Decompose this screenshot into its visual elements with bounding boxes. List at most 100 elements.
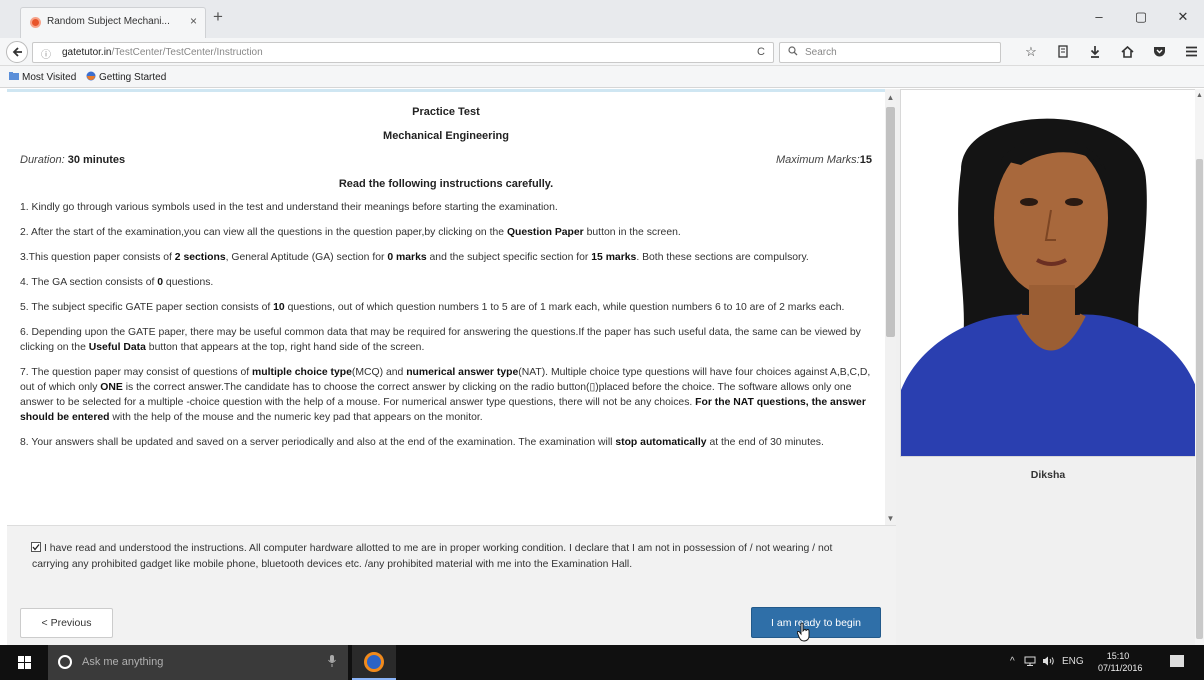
hand-cursor-icon <box>797 622 810 642</box>
instruction-text: button that appears at the top, right ha… <box>145 342 425 353</box>
cortana-search-box[interactable]: Ask me anything <box>48 645 348 680</box>
cortana-placeholder: Ask me anything <box>82 656 164 668</box>
instruction-item: 8. Your answers shall be updated and sav… <box>20 435 872 450</box>
instruction-text: at the end of 30 minutes. <box>706 437 824 448</box>
bookmark-label: Getting Started <box>99 72 167 83</box>
scroll-up-icon[interactable]: ▲ <box>885 93 896 102</box>
start-button[interactable] <box>0 645 48 680</box>
bookmark-label: Most Visited <box>22 72 77 83</box>
instruction-text: , General Aptitude (GA) section for <box>225 252 388 263</box>
instructions-scroll-area[interactable]: Practice Test Mechanical Engineering Dur… <box>7 89 885 525</box>
candidate-photo <box>900 89 1196 457</box>
candidate-pane: Diksha ▲ <box>896 89 1204 645</box>
minimize-button[interactable]: – <box>1078 0 1120 34</box>
microphone-icon[interactable] <box>328 655 336 670</box>
bookmark-getting-started[interactable]: Getting Started <box>86 71 166 83</box>
instruction-item: 3.This question paper consists of 2 sect… <box>20 250 872 265</box>
clock-date: 07/11/2016 <box>1098 663 1143 673</box>
cortana-icon <box>58 655 72 669</box>
back-arrow-icon <box>12 47 22 57</box>
scroll-up-icon[interactable]: ▲ <box>1195 92 1204 99</box>
new-tab-button[interactable]: + <box>213 7 223 27</box>
language-indicator[interactable]: ENG <box>1062 656 1084 667</box>
instruction-text: 3.This question paper consists of <box>20 252 175 263</box>
declaration-text: I have read and understood the instructi… <box>32 543 833 570</box>
instructions-pane: Practice Test Mechanical Engineering Dur… <box>7 89 896 645</box>
show-hidden-icons[interactable]: ^ <box>1010 656 1015 667</box>
instruction-emphasis: 10 <box>273 302 285 313</box>
previous-button[interactable]: < Previous <box>20 608 113 638</box>
ready-to-begin-button[interactable]: I am ready to begin <box>751 607 881 638</box>
instruction-text: button in the screen. <box>583 227 681 238</box>
search-placeholder: Search <box>805 47 837 58</box>
instruction-text: questions, out of which question numbers… <box>284 302 845 313</box>
instruction-text: 1. Kindly go through various symbols use… <box>20 202 558 213</box>
navigation-toolbar: ⓘ gatetutor.in/TestCenter/TestCenter/Ins… <box>0 38 1204 66</box>
duration-value: 30 minutes <box>67 154 126 166</box>
instruction-emphasis: Useful Data <box>88 342 146 353</box>
instruction-text: 8. Your answers shall be updated and sav… <box>20 437 616 448</box>
firefox-bookmark-icon <box>86 71 96 81</box>
instruction-text: (MCQ) and <box>351 367 407 378</box>
instruction-text: 7. The question paper may consist of que… <box>20 367 253 378</box>
download-icon[interactable] <box>1080 42 1110 62</box>
instruction-item: 1. Kindly go through various symbols use… <box>20 200 872 215</box>
url-path: /TestCenter/TestCenter/Instruction <box>111 47 263 58</box>
bookmark-most-visited[interactable]: Most Visited <box>9 71 76 83</box>
instructions-scrollbar[interactable]: ▲ ▼ <box>885 89 896 525</box>
close-window-button[interactable]: ✕ <box>1162 0 1204 34</box>
url-host: gatetutor.in <box>62 47 112 58</box>
candidate-portrait-image <box>901 90 1195 456</box>
instruction-text: 4. The GA section consists of <box>20 277 158 288</box>
browser-tab[interactable]: Random Subject Mechani... × <box>20 7 206 38</box>
menu-icon[interactable] <box>1176 42 1204 62</box>
close-tab-icon[interactable]: × <box>190 14 197 28</box>
instructions-list: 1. Kindly go through various symbols use… <box>20 200 872 450</box>
subject-title: Mechanical Engineering <box>383 130 509 142</box>
instruction-text: with the help of the mouse and the numer… <box>109 412 483 423</box>
star-icon[interactable]: ☆ <box>1016 42 1046 62</box>
bookmarks-toolbar: Most Visited Getting Started <box>0 66 1204 88</box>
instruction-emphasis: stop automatically <box>615 437 707 448</box>
action-center-icon[interactable] <box>1170 655 1184 667</box>
site-info-icon[interactable]: ⓘ <box>41 46 51 61</box>
search-box[interactable]: Search <box>779 42 1001 63</box>
instruction-item: 4. The GA section consists of 0 question… <box>20 275 872 290</box>
home-icon[interactable] <box>1112 42 1142 62</box>
address-bar[interactable]: ⓘ gatetutor.in/TestCenter/TestCenter/Ins… <box>32 42 774 63</box>
back-button[interactable] <box>6 41 28 63</box>
toolbar-icons: ☆ <box>1016 42 1204 62</box>
firefox-icon <box>364 652 384 672</box>
marks-label: Maximum Marks: <box>776 154 860 166</box>
instruction-emphasis: 2 sections <box>174 252 226 263</box>
instruction-emphasis: multiple choice type <box>252 367 352 378</box>
site-favicon-icon <box>30 17 41 28</box>
instruction-emphasis: ONE <box>100 382 123 393</box>
firefox-taskbar-button[interactable] <box>352 645 396 680</box>
volume-icon[interactable] <box>1042 656 1055 669</box>
system-clock[interactable]: 15:10 07/11/2016 <box>1098 650 1143 674</box>
scrollbar-thumb[interactable] <box>886 107 895 337</box>
instructions-heading: Read the following instructions carefull… <box>338 178 554 190</box>
duration: Duration: 30 minutes <box>20 154 125 166</box>
scrollbar-thumb[interactable] <box>1196 159 1203 639</box>
search-icon <box>788 46 798 59</box>
reading-list-icon[interactable] <box>1048 42 1078 62</box>
window-controls: – ▢ ✕ <box>1078 0 1204 38</box>
windows-taskbar: Ask me anything ^ ENG 15:10 07/11/2016 <box>0 645 1204 680</box>
candidate-pane-scrollbar[interactable]: ▲ <box>1195 89 1204 645</box>
pocket-icon[interactable] <box>1144 42 1174 62</box>
instruction-item: 6. Depending upon the GATE paper, there … <box>20 325 872 355</box>
network-icon[interactable] <box>1024 656 1036 669</box>
duration-label: Duration: <box>20 154 65 166</box>
browser-tab-strip: Random Subject Mechani... × + – ▢ ✕ <box>0 0 1204 38</box>
reload-icon[interactable]: C <box>757 46 765 58</box>
maximize-button[interactable]: ▢ <box>1120 0 1162 34</box>
scroll-down-icon[interactable]: ▼ <box>885 514 896 523</box>
page-content: Practice Test Mechanical Engineering Dur… <box>0 89 1204 645</box>
declaration-panel: I have read and understood the instructi… <box>7 525 896 645</box>
instruction-item: 2. After the start of the examination,yo… <box>20 225 872 240</box>
instruction-text: . Both these sections are compulsory. <box>636 252 809 263</box>
instruction-text: 2. After the start of the examination,yo… <box>20 227 507 238</box>
url-text: gatetutor.in/TestCenter/TestCenter/Instr… <box>62 47 263 58</box>
